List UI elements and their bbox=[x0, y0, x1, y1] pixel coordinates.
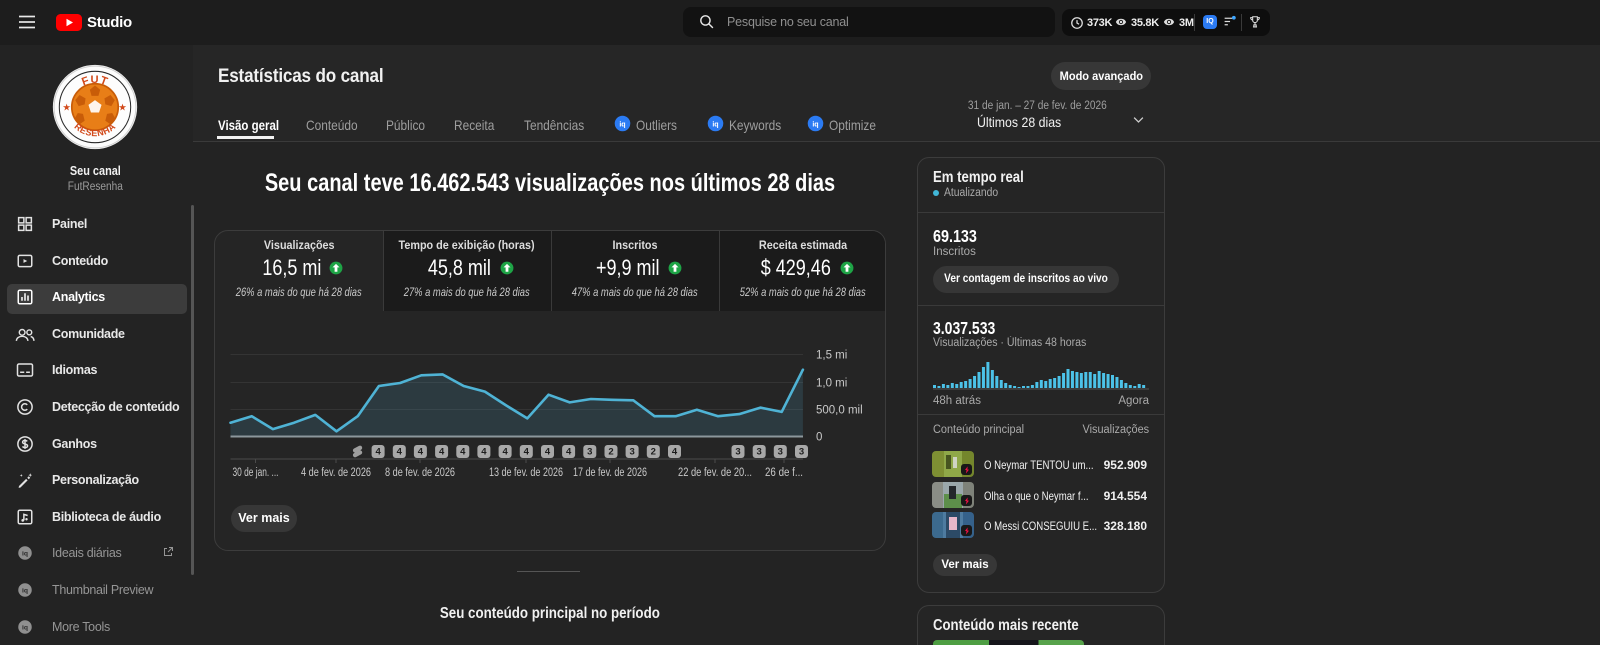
svg-text:8 de fev. de 2026: 8 de fev. de 2026 bbox=[385, 467, 455, 479]
svg-text:4: 4 bbox=[481, 447, 487, 458]
svg-text:3: 3 bbox=[799, 447, 804, 458]
svg-text:iq: iq bbox=[22, 588, 28, 595]
svg-text:3: 3 bbox=[629, 447, 634, 458]
svg-text:iq: iq bbox=[22, 624, 28, 631]
svg-text:1,5 mi: 1,5 mi bbox=[816, 350, 847, 362]
svg-text:22 de fev. de 20...: 22 de fev. de 20... bbox=[678, 467, 752, 479]
svg-text:13 de fev. de 2026: 13 de fev. de 2026 bbox=[489, 467, 563, 479]
svg-text:★: ★ bbox=[62, 102, 70, 113]
svg-text:3: 3 bbox=[778, 447, 783, 458]
svg-text:3: 3 bbox=[757, 447, 762, 458]
svg-text:4 de fev. de 2026: 4 de fev. de 2026 bbox=[301, 467, 371, 479]
svg-text:30 de jan. ...: 30 de jan. ... bbox=[233, 467, 279, 479]
svg-text:4: 4 bbox=[439, 447, 445, 458]
svg-text:4: 4 bbox=[375, 447, 381, 458]
svg-text:2: 2 bbox=[651, 447, 656, 458]
svg-text:iq: iq bbox=[812, 120, 818, 128]
svg-text:3: 3 bbox=[587, 447, 592, 458]
svg-text:17 de fev. de 2026: 17 de fev. de 2026 bbox=[573, 467, 647, 479]
svg-text:26 de f...: 26 de f... bbox=[765, 467, 803, 479]
svg-text:3: 3 bbox=[735, 447, 740, 458]
svg-text:4: 4 bbox=[460, 447, 466, 458]
svg-text:iq: iq bbox=[22, 551, 28, 558]
svg-text:4: 4 bbox=[418, 447, 424, 458]
svg-text:4: 4 bbox=[566, 447, 572, 458]
svg-text:500,0 mil: 500,0 mil bbox=[816, 405, 863, 417]
svg-text:1,0 mi: 1,0 mi bbox=[816, 378, 847, 390]
svg-text:4: 4 bbox=[545, 447, 551, 458]
svg-text:★: ★ bbox=[118, 102, 126, 113]
svg-text:4: 4 bbox=[502, 447, 508, 458]
svg-text:iq: iq bbox=[619, 120, 625, 128]
svg-text:2: 2 bbox=[608, 447, 613, 458]
svg-text:4: 4 bbox=[672, 447, 678, 458]
svg-text:4: 4 bbox=[524, 447, 530, 458]
svg-text:0: 0 bbox=[816, 432, 822, 444]
svg-text:4: 4 bbox=[397, 447, 403, 458]
svg-text:iq: iq bbox=[712, 120, 718, 128]
